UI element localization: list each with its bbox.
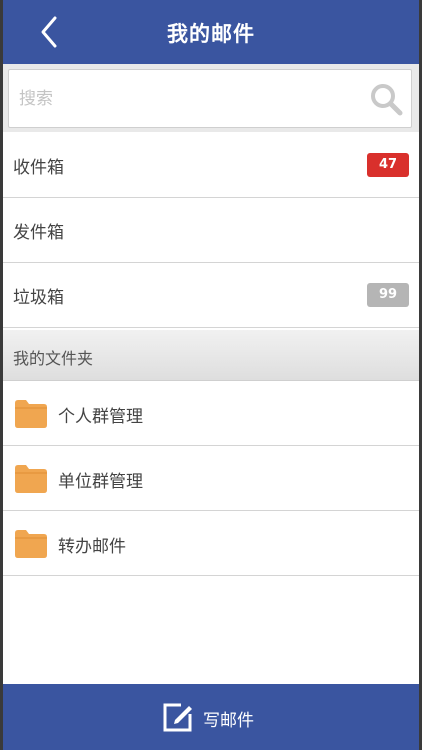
mailbox-inbox[interactable]: 收件箱 47 [3, 133, 419, 198]
compose-button[interactable]: 写邮件 [3, 684, 419, 750]
section-title: 我的文件夹 [13, 349, 94, 368]
search-icon[interactable] [369, 82, 403, 116]
folders-section-header: 我的文件夹 [3, 330, 419, 381]
folder-item[interactable]: 转办邮件 [3, 511, 419, 576]
compose-label: 写邮件 [203, 711, 254, 731]
header-bar: 我的邮件 [3, 0, 419, 64]
edit-icon [163, 703, 192, 732]
page-title: 我的邮件 [167, 22, 255, 46]
folder-icon [15, 530, 47, 558]
count-badge: 99 [367, 283, 409, 307]
folder-label: 单位群管理 [58, 472, 143, 492]
mailbox-trash[interactable]: 垃圾箱 99 [3, 263, 419, 328]
mailbox-label: 收件箱 [13, 158, 64, 178]
search-bar [3, 64, 419, 132]
folder-label: 转办邮件 [58, 537, 126, 557]
folder-label: 个人群管理 [58, 407, 143, 427]
mailbox-sent[interactable]: 发件箱 [3, 198, 419, 263]
search-input[interactable] [17, 78, 361, 120]
folder-item[interactable]: 单位群管理 [3, 446, 419, 511]
folder-item[interactable]: 个人群管理 [3, 381, 419, 446]
app-screen: 我的邮件 收件箱 47 发件箱 垃圾箱 99 我的文件夹 个人群管理 [3, 0, 419, 750]
mailbox-label: 垃圾箱 [13, 288, 64, 308]
folder-icon [15, 465, 47, 493]
unread-count-badge: 47 [367, 153, 409, 177]
folder-icon [15, 400, 47, 428]
mailbox-label: 发件箱 [13, 223, 64, 243]
search-box [8, 69, 412, 128]
